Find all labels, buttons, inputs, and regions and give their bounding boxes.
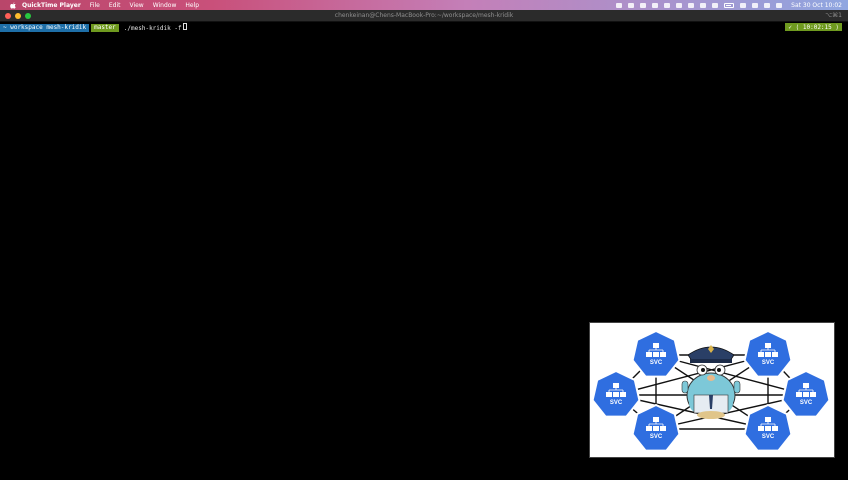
status-icon[interactable] [628,2,635,8]
menu-file[interactable]: File [90,2,100,9]
menubar-clock[interactable]: Sat 30 Oct 10:02 [791,2,842,9]
status-icon[interactable] [616,2,623,8]
status-icon[interactable] [652,2,659,8]
menubar: QuickTime Player File Edit View Window H… [0,0,848,10]
terminal-titlebar: chenkeinan@Chens-MacBook-Pro:~/workspace… [0,10,848,22]
search-icon[interactable] [752,2,759,8]
menu-app-name[interactable]: QuickTime Player [22,2,81,9]
window-title: chenkeinan@Chens-MacBook-Pro:~/workspace… [334,12,514,19]
svc-node-icon: SVC [631,403,681,452]
svc-node-icon: SVC [743,403,793,452]
terminal-prompt[interactable]: ~ workspace mesh-kridik master ./mesh-kr… [0,23,848,32]
siri-icon[interactable] [776,2,783,8]
svc-label: SVC [762,434,775,440]
menu-help[interactable]: Help [185,2,199,9]
keyboard-input-icon[interactable] [700,2,707,8]
menu-edit[interactable]: Edit [109,2,121,9]
gopher-mascot-icon [681,345,741,419]
status-icon[interactable] [640,2,647,8]
svc-node-icon: SVC [631,329,681,378]
status-icon[interactable] [664,2,671,8]
status-icon[interactable] [688,2,695,8]
prompt-right-status: ✓ ⟨ 10:02:15 ⟩ [785,23,842,31]
prompt-path-segment: ~ workspace mesh-kridik [0,23,90,32]
mesh-kridik-logo-overlay: SVC SVC SVC SVC SVC SVC [589,322,835,458]
svc-node-icon: SVC [743,329,793,378]
svc-node-icon: SVC [781,369,831,418]
command-input[interactable]: ./mesh-kridik -f [124,23,187,32]
text-cursor [182,23,187,30]
menu-view[interactable]: View [129,2,143,9]
svc-node-icon: SVC [591,369,641,418]
battery-icon[interactable] [724,2,735,8]
wifi-icon[interactable] [740,2,747,8]
prompt-git-branch: master [91,23,119,32]
command-text: ./mesh-kridik -f [123,25,182,32]
svc-label: SVC [800,400,813,406]
bluetooth-icon[interactable] [712,2,719,8]
window-shortcut: ⌥⌘1 [825,12,842,19]
svc-label: SVC [762,360,775,366]
mesh-illustration: SVC SVC SVC SVC SVC SVC [591,329,831,452]
apple-menu-icon[interactable] [9,2,16,9]
svc-label: SVC [610,400,623,406]
status-icon[interactable] [676,2,683,8]
status-area: Sat 30 Oct 10:02 [616,0,842,10]
control-center-icon[interactable] [764,2,771,8]
svc-label: SVC [650,434,663,440]
menu-window[interactable]: Window [153,2,177,9]
svc-label: SVC [650,360,663,366]
